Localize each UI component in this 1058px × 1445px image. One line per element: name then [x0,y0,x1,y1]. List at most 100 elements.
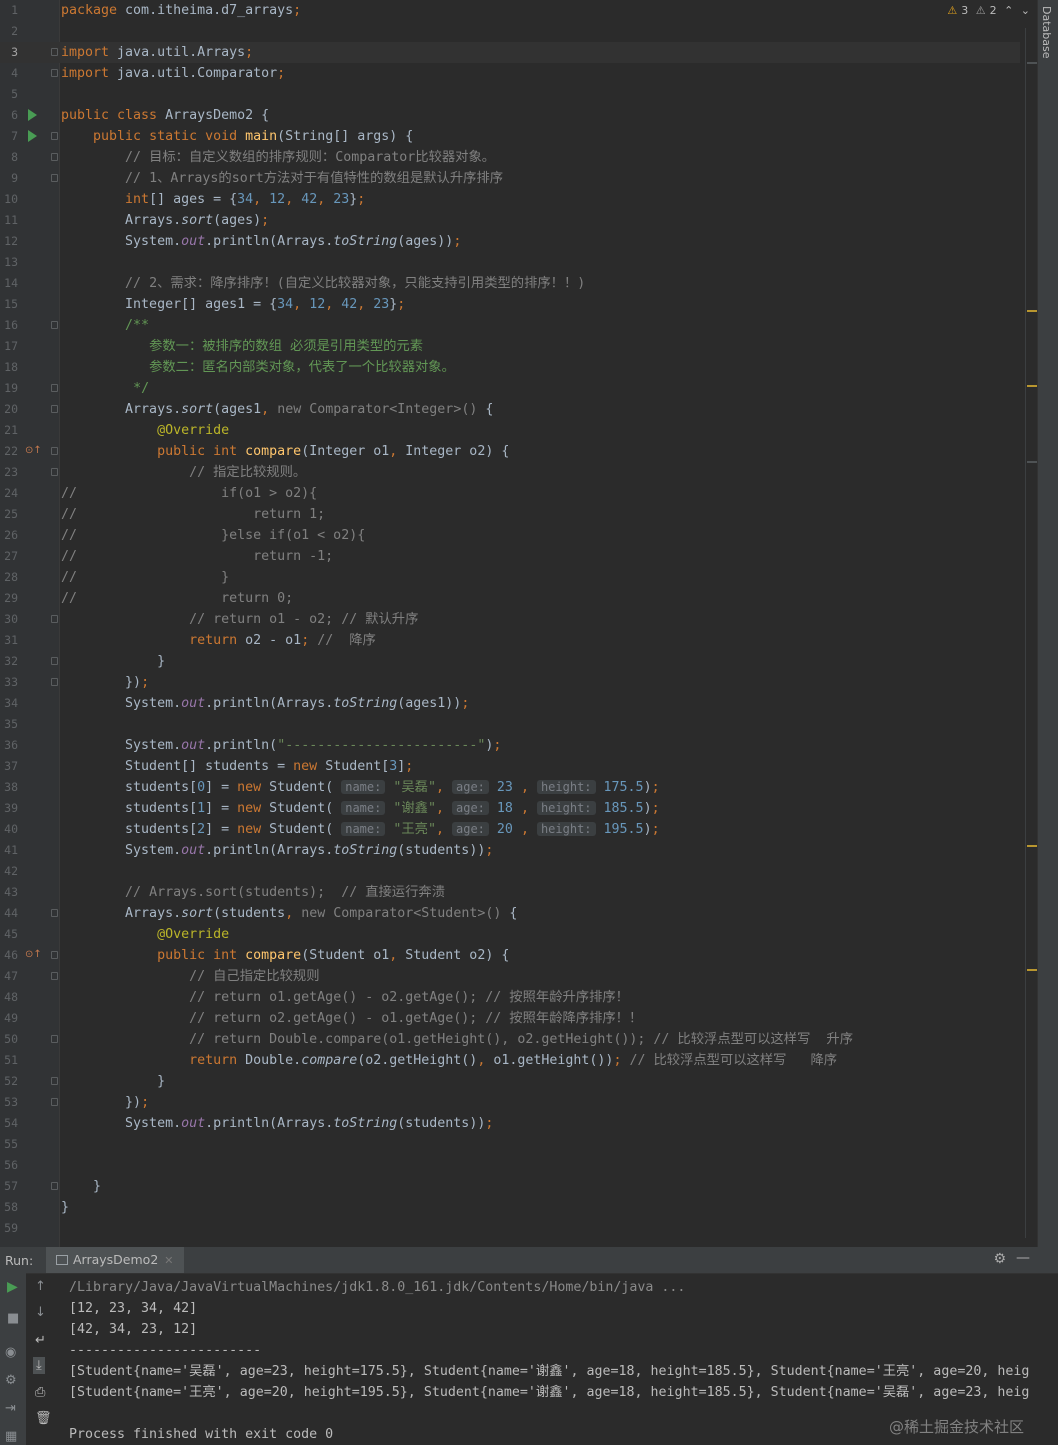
print-icon[interactable]: ⎙ [35,1385,45,1400]
code-line[interactable]: 51 return Double.compare(o2.getHeight(),… [0,1050,1020,1071]
code-line[interactable]: 4 import java.util.Comparator; [0,63,1020,84]
code-line[interactable]: 6 public class ArraysDemo2 { [0,105,1020,126]
layout-icon[interactable]: ▦ [5,1429,17,1444]
fold-icon[interactable] [51,69,58,77]
code-line[interactable]: 46 ⊙↑ public int compare(Student o1, Stud… [0,945,1020,966]
code-line[interactable]: 24 // if(o1 > o2){ [0,483,1020,504]
code-line[interactable]: 35 [0,714,1020,735]
fold-icon[interactable] [51,447,58,455]
code-line[interactable]: 28 // } [0,567,1020,588]
code-line[interactable]: 2 [0,21,1020,42]
fold-icon[interactable] [51,48,58,56]
code-line[interactable]: 49 // return o2.getAge() - o1.getAge(); … [0,1008,1020,1029]
code-line[interactable]: 43 // Arrays.sort(students); // 直接运行奔溃 [0,882,1020,903]
code-line[interactable]: 18 参数二：匿名内部类对象，代表了一个比较器对象。 [0,357,1020,378]
camera-icon[interactable]: ◉ [5,1345,16,1360]
close-icon[interactable]: ✕ [164,1254,173,1267]
code-line[interactable]: 58} [0,1197,1020,1218]
fold-icon[interactable] [51,972,58,980]
code-line[interactable]: 39 students[1] = new Student( name: "谢鑫"… [0,798,1020,819]
inspection-widget[interactable]: ⚠ 3 ⚠ 2 ⌃ ⌄ [943,4,1030,17]
code-line[interactable]: 16 /** [0,315,1020,336]
code-line[interactable]: 20 Arrays.sort(ages1, new Comparator<Int… [0,399,1020,420]
fold-icon[interactable] [51,174,58,182]
database-tool-window-stripe[interactable]: Database [1037,0,1058,1247]
code-line[interactable]: 47 // 自己指定比较规则 [0,966,1020,987]
code-line[interactable]: 19 */ [0,378,1020,399]
code-line[interactable]: 57 } [0,1176,1020,1197]
code-line[interactable]: 53 }); [0,1092,1020,1113]
code-line[interactable]: 54 System.out.println(Arrays.toString(st… [0,1113,1020,1134]
code-line[interactable]: 31 return o2 - o1; // 降序 [0,630,1020,651]
code-line[interactable]: 44 Arrays.sort(students, new Comparator<… [0,903,1020,924]
database-tab-label[interactable]: Database [1040,6,1053,59]
code-line[interactable]: 52 } [0,1071,1020,1092]
code-line[interactable]: 3 import java.util.Arrays; [0,42,1020,63]
run-gutter-icon[interactable] [28,130,37,142]
code-line[interactable]: 9 // 1、Arrays的sort方法对于有值特性的数组是默认升序排序 [0,168,1020,189]
code-line[interactable]: 55 [0,1134,1020,1155]
scroll-to-end-icon[interactable]: ⤓ [33,1357,45,1374]
code-line[interactable]: 33 }); [0,672,1020,693]
code-line[interactable]: 41 System.out.println(Arrays.toString(st… [0,840,1020,861]
code-line[interactable]: 38 students[0] = new Student( name: "吴磊"… [0,777,1020,798]
code-line[interactable]: 30 // return o1 - o2; // 默认升序 [0,609,1020,630]
code-line[interactable]: 23 // 指定比较规则。 [0,462,1020,483]
override-gutter-icon[interactable]: ⊙↑ [25,443,42,459]
override-gutter-icon[interactable]: ⊙↑ [25,947,42,963]
code-line[interactable]: 27 // return -1; [0,546,1020,567]
fold-icon[interactable] [51,384,58,392]
code-line[interactable]: 45 @Override [0,924,1020,945]
fold-icon[interactable] [51,1077,58,1085]
code-line[interactable]: 7 public static void main(String[] args)… [0,126,1020,147]
prev-highlight-icon[interactable]: ⌃ [1004,4,1013,17]
minimize-icon[interactable]: — [1016,1250,1030,1266]
fold-icon[interactable] [51,909,58,917]
fold-icon[interactable] [51,615,58,623]
settings-icon[interactable]: ⚙ [5,1373,17,1388]
fold-icon[interactable] [51,153,58,161]
fold-icon[interactable] [51,1098,58,1106]
code-line[interactable]: 26 // }else if(o1 < o2){ [0,525,1020,546]
code-line[interactable]: 59 [0,1218,1020,1239]
code-line[interactable]: 32 } [0,651,1020,672]
gear-icon[interactable]: ⚙ [993,1251,1006,1267]
code-line[interactable]: 15 Integer[] ages1 = {34, 12, 42, 23}; [0,294,1020,315]
code-line[interactable]: 42 [0,861,1020,882]
code-line[interactable]: 36 System.out.println("-----------------… [0,735,1020,756]
code-editor[interactable]: 1 package com.itheima.d7_arrays; 2 3 import … [0,0,1058,1247]
soft-wrap-icon[interactable]: ↵ [35,1333,46,1348]
code-line[interactable]: 21 @Override [0,420,1020,441]
code-line[interactable]: 29 // return 0; [0,588,1020,609]
fold-icon[interactable] [51,1182,58,1190]
code-line[interactable]: 17 参数一：被排序的数组 必须是引用类型的元素 [0,336,1020,357]
exit-icon[interactable]: ⇥ [5,1401,16,1416]
code-line[interactable]: 14 // 2、需求：降序排序！(自定义比较器对象，只能支持引用类型的排序！！) [0,273,1020,294]
fold-icon[interactable] [51,1035,58,1043]
trash-icon[interactable]: 🗑 [35,1411,52,1426]
fold-icon[interactable] [51,468,58,476]
fold-icon[interactable] [51,405,58,413]
rerun-icon[interactable]: ▶ [7,1279,18,1295]
code-line[interactable]: 25 // return 1; [0,504,1020,525]
code-line[interactable]: 12 System.out.println(Arrays.toString(ag… [0,231,1020,252]
code-line[interactable]: 37 Student[] students = new Student[3]; [0,756,1020,777]
up-arrow-icon[interactable]: ↑ [35,1279,46,1294]
down-arrow-icon[interactable]: ↓ [35,1305,46,1320]
fold-icon[interactable] [51,657,58,665]
code-line[interactable]: 40 students[2] = new Student( name: "王亮"… [0,819,1020,840]
code-line[interactable]: 56 [0,1155,1020,1176]
console-output[interactable]: /Library/Java/JavaVirtualMachines/jdk1.8… [69,1277,1029,1445]
code-line[interactable]: 22 ⊙↑ public int compare(Integer o1, Inte… [0,441,1020,462]
fold-icon[interactable] [51,321,58,329]
code-line[interactable]: 5 [0,84,1020,105]
editor-scrollbar[interactable] [1025,28,1039,1238]
code-line[interactable]: 34 System.out.println(Arrays.toString(ag… [0,693,1020,714]
code-line[interactable]: 48 // return o1.getAge() - o2.getAge(); … [0,987,1020,1008]
code-line[interactable]: 11 Arrays.sort(ages); [0,210,1020,231]
code-line[interactable]: 8 // 目标：自定义数组的排序规则：Comparator比较器对象。 [0,147,1020,168]
run-gutter-icon[interactable] [28,109,37,121]
code-line[interactable]: 10 int[] ages = {34, 12, 42, 23}; [0,189,1020,210]
fold-icon[interactable] [51,132,58,140]
stop-icon[interactable]: ■ [7,1311,19,1326]
